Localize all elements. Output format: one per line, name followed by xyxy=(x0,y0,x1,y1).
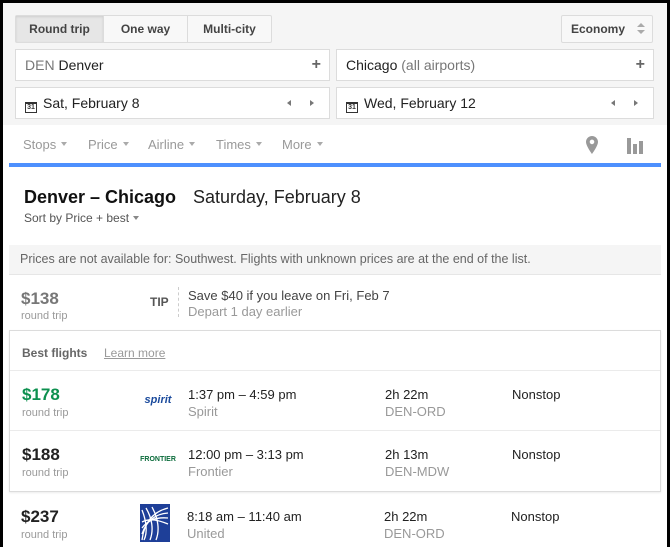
flight-stops: Nonstop xyxy=(511,509,560,524)
united-globe-logo-icon xyxy=(140,504,170,542)
flight-price-sub: round trip xyxy=(22,467,69,479)
results-date: Saturday, February 8 xyxy=(193,187,361,207)
frontier-logo-icon: FRONTIER xyxy=(140,456,176,463)
filter-bar: Stops Price Airline Times More xyxy=(3,125,667,163)
filter-price[interactable]: Price xyxy=(88,137,129,152)
flight-search-page: Round trip One way Multi-city Economy DE… xyxy=(3,3,667,547)
filter-more-label: More xyxy=(282,137,312,152)
caret-down-icon xyxy=(255,142,262,146)
return-date-field[interactable]: 31 Wed, February 12 xyxy=(336,87,654,119)
learn-more-link[interactable]: Learn more xyxy=(104,346,165,360)
add-destination-plus-icon[interactable]: + xyxy=(636,50,645,80)
return-date-value: Wed, February 12 xyxy=(364,95,476,111)
trip-type-selector: Round trip One way Multi-city xyxy=(15,15,272,43)
flight-price: $188 xyxy=(22,445,60,464)
caret-down-icon xyxy=(316,142,323,146)
tip-label: TIP xyxy=(150,295,169,309)
filter-airline[interactable]: Airline xyxy=(148,137,196,152)
destination-field[interactable]: Chicago (all airports) + xyxy=(336,49,654,81)
caret-down-icon xyxy=(133,216,140,220)
price-availability-notice: Prices are not available for: Southwest.… xyxy=(9,245,661,275)
return-prev-day-arrow-icon[interactable] xyxy=(611,100,615,106)
flight-duration: 2h 22m xyxy=(385,387,429,402)
flight-duration: 2h 13m xyxy=(385,447,429,462)
tip-detail: Depart 1 day earlier xyxy=(188,304,303,319)
flight-route: DEN-MDW xyxy=(385,464,450,479)
trip-type-one-way[interactable]: One way xyxy=(104,16,188,42)
flight-row[interactable]: $237 round trip 8:18 am – 11:40 am Unite… xyxy=(9,493,661,547)
flight-stops: Nonstop xyxy=(512,387,561,402)
origin-code: DEN xyxy=(25,57,55,73)
tip-save-link[interactable]: Save $40 if you leave on Fri, Feb 7 xyxy=(188,288,390,303)
filter-airline-label: Airline xyxy=(148,137,185,152)
caret-down-icon xyxy=(189,142,196,146)
spirit-logo-icon: spirit xyxy=(144,394,172,406)
cabin-class-value: Economy xyxy=(571,22,626,36)
flight-row[interactable]: $178 round trip spirit 1:37 pm – 4:59 pm… xyxy=(10,371,660,431)
flight-price-sub: round trip xyxy=(22,407,69,419)
caret-down-icon xyxy=(122,142,129,146)
flight-airline: United xyxy=(187,526,225,541)
price-tip: $138 round trip TIP Save $40 if you leav… xyxy=(3,279,667,327)
filter-price-label: Price xyxy=(88,137,118,152)
flight-times: 12:00 pm – 3:13 pm xyxy=(188,447,304,462)
sort-dropdown[interactable]: Sort by Price + best xyxy=(24,211,140,225)
origin-city: Denver xyxy=(58,57,104,73)
tip-price: $138 xyxy=(21,289,59,308)
flight-times: 1:37 pm – 4:59 pm xyxy=(188,387,297,402)
cabin-class-select[interactable]: Economy xyxy=(561,15,653,43)
flight-airline: Spirit xyxy=(188,404,218,419)
filter-stops[interactable]: Stops xyxy=(23,137,68,152)
search-panel: Round trip One way Multi-city Economy DE… xyxy=(3,3,667,125)
sort-label: Sort by Price + best xyxy=(24,211,130,225)
price-graph-icon[interactable] xyxy=(627,138,643,154)
flight-row[interactable]: $188 round trip FRONTIER 12:00 pm – 3:13… xyxy=(10,431,660,491)
filter-stops-label: Stops xyxy=(23,137,57,152)
add-origin-plus-icon[interactable]: + xyxy=(312,50,321,80)
best-flights-title: Best flights xyxy=(22,346,88,360)
flight-price: $237 xyxy=(21,507,59,526)
best-flights-panel: Best flights Learn more $178 round trip … xyxy=(9,330,661,492)
select-arrows-icon xyxy=(637,22,645,36)
flight-price: $178 xyxy=(22,385,60,404)
trip-type-round-trip[interactable]: Round trip xyxy=(16,16,104,42)
filter-times[interactable]: Times xyxy=(216,137,262,152)
flight-stops: Nonstop xyxy=(512,447,561,462)
flight-duration: 2h 22m xyxy=(384,509,428,524)
caret-down-icon xyxy=(61,142,68,146)
loading-progress-bar xyxy=(9,163,661,167)
best-flights-header: Best flights Learn more xyxy=(10,331,660,371)
flight-airline: Frontier xyxy=(188,464,233,479)
depart-date-value: Sat, February 8 xyxy=(43,95,140,111)
trip-type-multi-city[interactable]: Multi-city xyxy=(188,16,271,42)
origin-field[interactable]: DEN Denver + xyxy=(15,49,330,81)
calendar-icon: 31 xyxy=(25,102,37,113)
map-pin-icon[interactable] xyxy=(586,136,598,154)
results-route-title: Denver – Chicago xyxy=(24,187,177,207)
calendar-icon: 31 xyxy=(346,102,358,113)
flight-route: DEN-ORD xyxy=(384,526,445,541)
flight-price-sub: round trip xyxy=(21,529,68,541)
flight-route: DEN-ORD xyxy=(385,404,446,419)
destination-qualifier: (all airports) xyxy=(401,57,476,73)
depart-prev-day-arrow-icon[interactable] xyxy=(287,100,291,106)
tip-divider xyxy=(178,287,179,317)
flight-times: 8:18 am – 11:40 am xyxy=(187,509,302,524)
depart-next-day-arrow-icon[interactable] xyxy=(310,100,314,106)
filter-more[interactable]: More xyxy=(282,137,323,152)
destination-city: Chicago xyxy=(346,57,398,73)
return-next-day-arrow-icon[interactable] xyxy=(634,100,638,106)
filter-times-label: Times xyxy=(216,137,251,152)
tip-price-sub: round trip xyxy=(21,310,68,322)
depart-date-field[interactable]: 31 Sat, February 8 xyxy=(15,87,330,119)
